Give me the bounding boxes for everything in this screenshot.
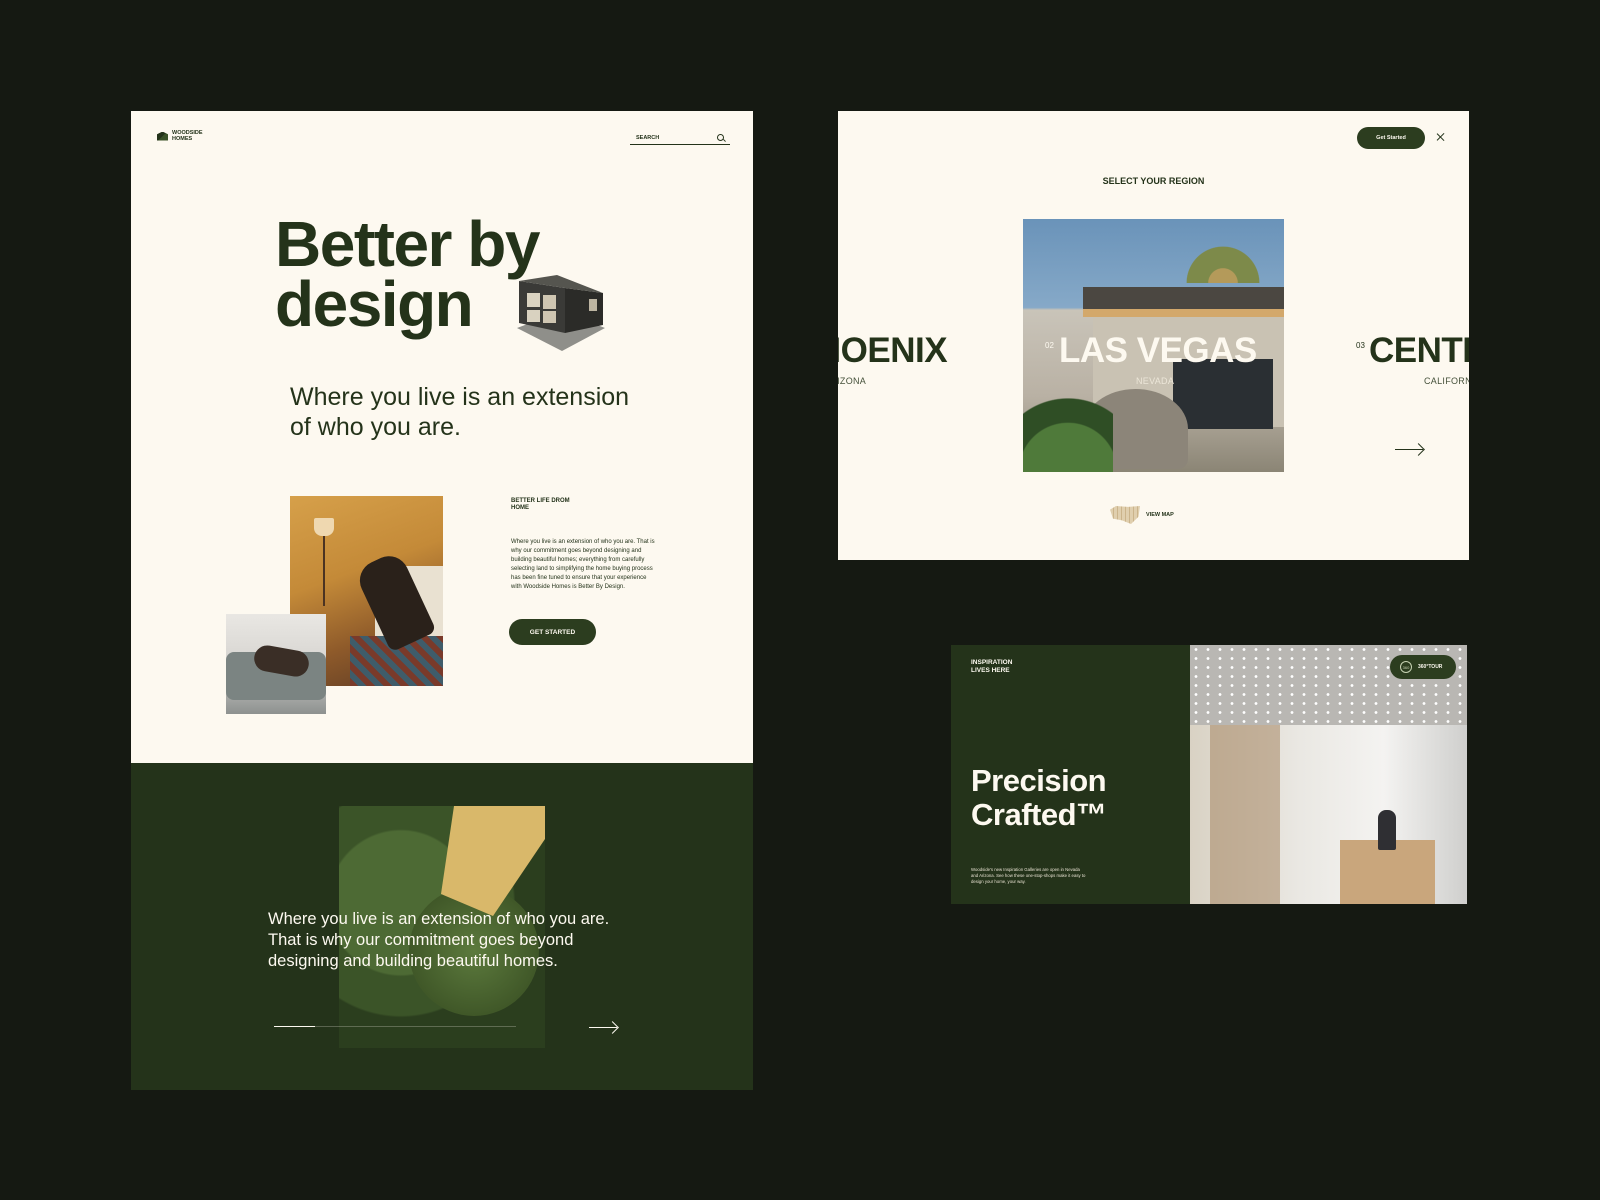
- get-started-button[interactable]: Get Started: [1357, 127, 1425, 149]
- view-map-link[interactable]: VIEW MAP: [1110, 506, 1174, 524]
- region-number-next: 03: [1356, 341, 1365, 350]
- hero-title-line1: Better by: [275, 208, 540, 280]
- search-input[interactable]: SEARCH: [630, 131, 730, 145]
- precision-title-line1: Precision: [971, 763, 1107, 798]
- close-icon[interactable]: [1436, 132, 1446, 142]
- precision-body-text: Woodside's new Inspiration Galleries are…: [971, 867, 1086, 884]
- section-kicker: BETTER LIFE DROM HOME: [511, 498, 570, 511]
- precision-title-line2: Crafted™: [971, 797, 1107, 832]
- next-region-arrow-icon[interactable]: [1395, 449, 1423, 450]
- precision-crafted-panel: INSPIRATION LIVES HERE Precision Crafted…: [951, 645, 1467, 904]
- region-select-panel: Get Started SELECT YOUR REGION PHOENIX A…: [838, 111, 1469, 560]
- gallery-interior-photo: [1190, 645, 1467, 904]
- logo-text: WOODSIDE HOMES: [172, 130, 203, 142]
- woodside-logo[interactable]: WOODSIDE HOMES: [157, 130, 212, 142]
- precision-title: Precision Crafted™: [971, 764, 1107, 832]
- homepage-panel: WOODSIDE HOMES SEARCH Better by design W…: [131, 111, 753, 763]
- house-model-image: [517, 275, 605, 351]
- 360-icon: 360: [1400, 661, 1412, 673]
- region-city-phoenix[interactable]: PHOENIX: [838, 331, 948, 371]
- get-started-button[interactable]: GET STARTED: [509, 619, 596, 645]
- search-icon[interactable]: [717, 134, 724, 141]
- intro-body-text: Where you live is an extension of who yo…: [511, 539, 655, 590]
- us-map-icon: [1110, 506, 1140, 524]
- quote-text: Where you live is an extension of who yo…: [268, 910, 610, 970]
- hero-subtitle: Where you live is an extension of who yo…: [290, 383, 630, 441]
- logo-mark-icon: [157, 131, 168, 141]
- next-arrow-icon[interactable]: [589, 1027, 617, 1028]
- 360-tour-label: 360°TOUR: [1418, 664, 1443, 670]
- region-state-california: CALIFORNIA: [1424, 376, 1469, 386]
- region-title: SELECT YOUR REGION: [1102, 176, 1205, 186]
- couch-relax-photo: [226, 614, 326, 714]
- region-city-central[interactable]: CENTRAL: [1369, 331, 1469, 371]
- region-number-active: 02: [1045, 341, 1054, 350]
- region-city-las-vegas[interactable]: LAS VEGAS: [1059, 331, 1257, 371]
- hero-title: Better by design: [275, 208, 540, 340]
- 360-tour-button[interactable]: 360 360°TOUR: [1390, 655, 1456, 679]
- precision-text-block: INSPIRATION LIVES HERE Precision Crafted…: [951, 645, 1190, 904]
- slider-progress-fill: [274, 1026, 316, 1027]
- region-state-arizona: ARIZONA: [838, 376, 867, 386]
- hero-title-line2: design: [275, 268, 474, 340]
- search-label: SEARCH: [636, 134, 660, 141]
- view-map-label: VIEW MAP: [1146, 512, 1174, 518]
- quote-section: Where you live is an extension of who yo…: [131, 763, 753, 1090]
- precision-kicker: INSPIRATION LIVES HERE: [971, 659, 1013, 674]
- slider-progress-bar[interactable]: [274, 1026, 516, 1027]
- region-state-nevada: NEVADA: [1136, 376, 1175, 386]
